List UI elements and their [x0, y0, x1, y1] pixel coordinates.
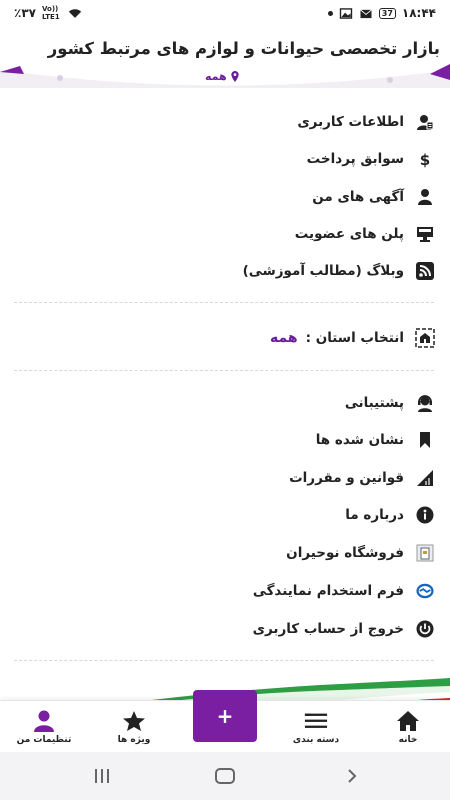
province-selector[interactable]: انتخاب استان : همه [0, 322, 450, 354]
menu-item-payment-history[interactable]: $ سوابق پرداخت [0, 143, 450, 175]
image-icon [339, 7, 352, 19]
menu-lines-icon [304, 713, 328, 728]
menu-item-store[interactable]: فروشگاه نوحیران [0, 537, 450, 569]
dollar-icon: $ [414, 148, 436, 170]
status-right: 37 ۱۸:۴۴ [327, 6, 436, 20]
clock: ۱۸:۴۴ [401, 6, 436, 20]
menu-item-label: وبلاگ (مطالب آموزشی) [242, 263, 404, 279]
email-icon [359, 8, 372, 18]
divider [14, 660, 434, 661]
back-chevron-icon [348, 769, 357, 783]
nav-label: خانه [398, 734, 418, 745]
divider [14, 302, 434, 303]
user-settings-icon [34, 710, 54, 732]
menu-item-label: خروج از حساب کاربری [252, 621, 404, 637]
menu-item-rules[interactable]: قوانین و مقررات [0, 462, 450, 494]
add-ad-button[interactable]: + [193, 690, 257, 742]
menu-item-label: پلن های عضویت [294, 226, 404, 242]
status-bar: ٪۳۷ Vo)) LTE1 37 ۱۸:۴۴ [0, 0, 450, 26]
system-navigation-bar [0, 752, 450, 800]
menu-item-blog[interactable]: وبلاگ (مطالب آموزشی) [0, 255, 450, 287]
notification-dot-icon [327, 10, 333, 16]
user-info-icon [414, 111, 436, 133]
menu-item-label: درباره ما [345, 507, 404, 523]
rules-icon [414, 467, 436, 489]
home-square-icon [215, 768, 235, 784]
menu-item-label: پشتیبانی [344, 395, 404, 411]
nav-label: دسته بندی [292, 734, 340, 745]
province-value: همه [270, 330, 298, 346]
nav-label: تنظیمات من [16, 734, 72, 745]
recent-apps-button[interactable] [90, 764, 114, 788]
info-icon [414, 504, 436, 526]
nav-home[interactable]: خانه [370, 701, 446, 753]
battery-icon: 37 [378, 7, 396, 19]
menu-item-label: فروشگاه نوحیران [286, 545, 404, 561]
nav-label: ویژه ها [117, 734, 151, 745]
location-label: همه [205, 69, 227, 83]
battery-percent: ٪۳۷ [14, 6, 36, 20]
location-pin-icon [231, 70, 239, 82]
home-icon [397, 710, 419, 731]
nav-special[interactable]: ویژه ها [96, 701, 172, 753]
menu-item-label: قوانین و مقررات [289, 470, 404, 486]
location-chip[interactable]: همه [199, 67, 246, 85]
home-system-button[interactable] [213, 764, 237, 788]
app-header: بازار تخصصی حیوانات و لوازم های مرتبط کش… [0, 26, 450, 88]
menu-item-about[interactable]: درباره ما [0, 499, 450, 531]
store-icon [414, 542, 436, 564]
menu-item-agency-form[interactable]: فرم استخدام نمایندگی [0, 575, 450, 607]
back-button[interactable] [340, 764, 364, 788]
menu-item-label: فرم استخدام نمایندگی [252, 583, 404, 599]
menu-item-user-info[interactable]: اطلاعات کاربری [0, 106, 450, 138]
nav-settings[interactable]: تنظیمات من [6, 701, 82, 753]
support-icon [414, 392, 436, 414]
menu-item-support[interactable]: پشتیبانی [0, 387, 450, 419]
menu-item-label: سوابق پرداخت [306, 151, 404, 167]
nav-categories[interactable]: دسته بندی [278, 701, 354, 753]
menu-item-membership-plans[interactable]: پلن های عضویت [0, 218, 450, 250]
menu-item-my-ads[interactable]: آگهی های من [0, 181, 450, 213]
page-title: بازار تخصصی حیوانات و لوازم های مرتبط کش… [47, 39, 440, 58]
wifi-icon [68, 8, 82, 18]
menu-item-label: آگهی های من [312, 189, 404, 205]
bookmark-icon [414, 429, 436, 451]
map-icon [414, 327, 436, 349]
power-icon [414, 618, 436, 640]
monitor-icon [414, 223, 436, 245]
menu-item-label: اطلاعات کاربری [297, 114, 404, 130]
divider [14, 370, 434, 371]
menu-item-label: نشان شده ها [315, 432, 404, 448]
rss-icon [414, 260, 436, 282]
status-left: ٪۳۷ Vo)) LTE1 [14, 5, 82, 21]
province-label: انتخاب استان : [305, 330, 404, 346]
person-icon [414, 186, 436, 208]
menu-item-bookmarks[interactable]: نشان شده ها [0, 424, 450, 456]
handshake-icon [414, 580, 436, 602]
svg-text:$: $ [420, 151, 430, 168]
menu-item-logout[interactable]: خروج از حساب کاربری [0, 613, 450, 645]
recent-apps-icon [95, 769, 109, 783]
network-label: Vo)) LTE1 [41, 5, 60, 21]
star-icon [123, 710, 145, 731]
